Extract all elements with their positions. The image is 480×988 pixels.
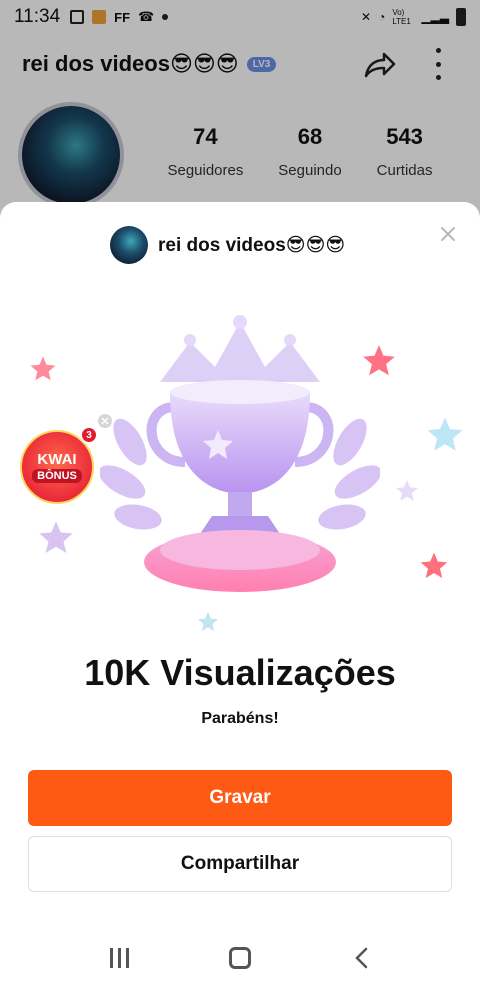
avatar [110, 226, 148, 264]
record-button[interactable]: Gravar [28, 770, 452, 826]
kwai-bonus-widget[interactable]: KWAI BÔNUS 3 [18, 426, 98, 508]
trophy-icon [100, 315, 380, 592]
star-icon [396, 480, 418, 501]
star-icon [198, 612, 218, 631]
share-button[interactable]: Compartilhar [28, 836, 452, 892]
sheet-user: rei dos videos😎😎😎 [110, 226, 345, 264]
achievement-sheet: rei dos videos😎😎😎 KWAI BÔNUS 3 10K Visua… [0, 202, 480, 988]
recent-apps-icon[interactable] [110, 948, 130, 968]
achievement-subtitle: Parabéns! [201, 710, 279, 727]
star-icon [427, 417, 463, 451]
bonus-count-badge: 3 [80, 426, 98, 444]
sheet-username: rei dos videos😎😎😎 [158, 234, 346, 256]
star-icon [420, 552, 448, 578]
achievement-title: 10K Visualizações [84, 652, 396, 693]
close-icon[interactable] [438, 224, 458, 244]
close-bonus-icon[interactable] [98, 414, 112, 428]
bonus-title: KWAI [37, 450, 77, 468]
back-icon[interactable] [352, 946, 370, 970]
star-icon [39, 521, 73, 553]
star-icon [30, 356, 56, 381]
android-nav-bar [0, 928, 480, 988]
home-icon[interactable] [229, 947, 252, 969]
bonus-subtitle: BÔNUS [32, 468, 82, 483]
